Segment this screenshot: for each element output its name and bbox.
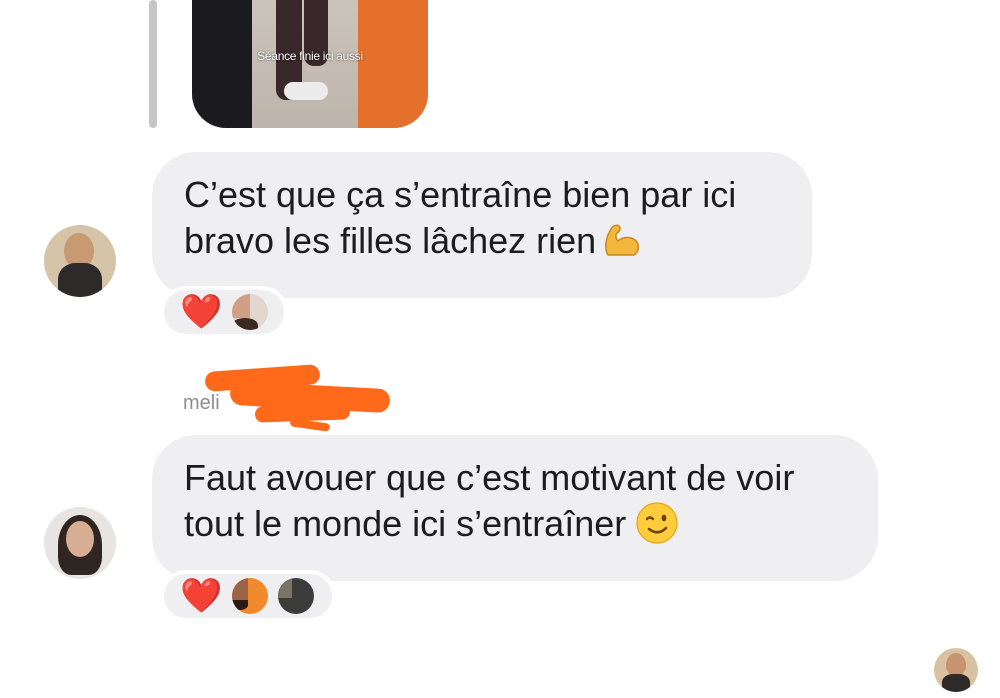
avatar-figure xyxy=(278,578,293,598)
message-bubble[interactable]: Faut avouer que c’est motivant de voir t… xyxy=(152,435,878,581)
sender-name: meli xyxy=(183,392,220,414)
avatar-body xyxy=(58,263,102,297)
message-bubble[interactable]: C’est que ça s’entraîne bien par ici bra… xyxy=(152,152,812,298)
reactor-avatar xyxy=(232,294,269,330)
thumbnail-background-dark xyxy=(192,0,252,128)
avatar-face xyxy=(66,521,94,557)
reactor-avatar xyxy=(278,578,315,614)
reply-indicator-bar xyxy=(149,0,157,128)
story-caption: Séance finie ici aussi xyxy=(257,49,363,63)
read-receipt-avatar xyxy=(934,648,978,692)
sender-avatar[interactable] xyxy=(44,225,116,297)
sender-avatar[interactable] xyxy=(44,507,116,579)
avatar-hair xyxy=(232,318,259,330)
reactor-avatar xyxy=(232,578,269,614)
avatar-face xyxy=(232,578,249,600)
message-text-line: bravo les filles lâchez rien xyxy=(184,218,780,264)
message-text-line: Faut avouer que c’est motivant de voir xyxy=(184,457,795,498)
thumbnail-figure-shoe xyxy=(284,82,328,100)
avatar-beard xyxy=(232,600,249,610)
thumbnail-background-orange xyxy=(358,0,428,128)
message-text: bravo les filles lâchez rien xyxy=(184,220,597,261)
avatar-body xyxy=(942,674,970,692)
message-text: tout le monde ici s’entraîner xyxy=(184,503,627,544)
message-text-line: tout le monde ici s’entraîner xyxy=(184,501,846,547)
heart-reaction-icon: ❤️ xyxy=(180,576,223,616)
flexed-biceps-icon xyxy=(602,221,642,259)
avatar-face xyxy=(232,294,251,318)
message-text-line: C’est que ça s’entraîne bien par ici xyxy=(184,174,737,215)
story-reply-thumbnail[interactable]: Séance finie ici aussi xyxy=(192,0,428,128)
redaction-mark xyxy=(289,418,331,432)
winking-face-icon xyxy=(636,502,678,544)
reaction-bar[interactable]: ❤️ xyxy=(160,570,336,622)
heart-reaction-icon: ❤️ xyxy=(180,292,223,332)
reaction-bar[interactable]: ❤️ xyxy=(160,286,288,338)
